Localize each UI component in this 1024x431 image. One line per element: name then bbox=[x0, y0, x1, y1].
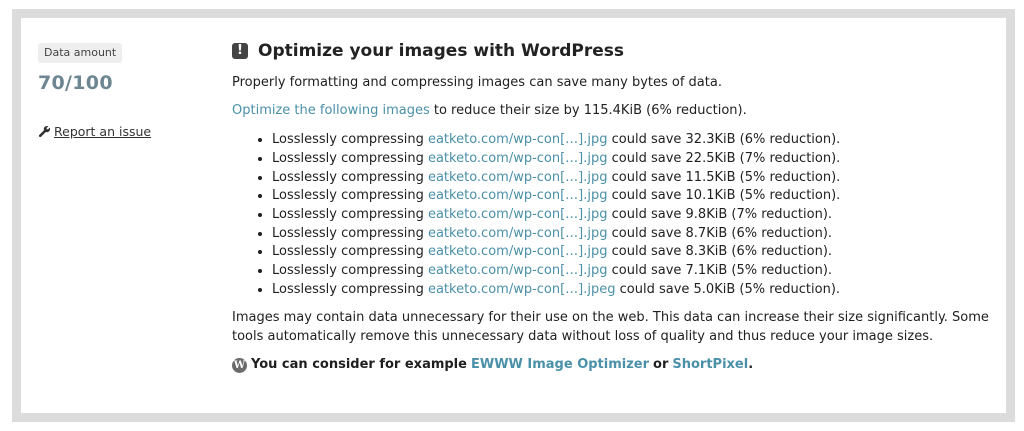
list-item: Losslessly compressing eatketo.com/wp-co… bbox=[272, 131, 992, 150]
item-suffix: could save 22.5KiB (7% reduction). bbox=[607, 150, 841, 166]
report-issue-link[interactable]: Report an issue bbox=[54, 124, 151, 139]
list-item: Losslessly compressing eatketo.com/wp-co… bbox=[272, 281, 992, 300]
shortpixel-link[interactable]: ShortPixel bbox=[672, 356, 748, 375]
score-value: 70/100 bbox=[38, 72, 113, 94]
item-prefix: Losslessly compressing bbox=[272, 169, 428, 185]
note-text: Images may contain data unnecessary for … bbox=[232, 310, 989, 345]
sidebar: Data amount 70/100 Report an issue bbox=[38, 41, 218, 139]
item-prefix: Losslessly compressing bbox=[272, 244, 428, 260]
or-text: or bbox=[653, 356, 669, 372]
warning-icon: ! bbox=[232, 43, 248, 60]
image-link[interactable]: eatketo.com/wp-con[…].jpg bbox=[428, 226, 608, 241]
item-prefix: Losslessly compressing bbox=[272, 206, 428, 222]
title-row: ! Optimize your images with WordPress bbox=[232, 42, 992, 61]
item-suffix: could save 10.1KiB (5% reduction). bbox=[607, 188, 841, 204]
wordpress-icon: W bbox=[232, 357, 247, 373]
item-suffix: could save 7.1KiB (5% reduction). bbox=[607, 263, 833, 279]
item-prefix: Losslessly compressing bbox=[272, 150, 428, 166]
main-content: ! Optimize your images with WordPress Pr… bbox=[232, 42, 992, 375]
section-title: Optimize your images with WordPress bbox=[258, 41, 625, 61]
list-item: Losslessly compressing eatketo.com/wp-co… bbox=[272, 225, 992, 244]
wrench-icon bbox=[38, 125, 51, 138]
image-link[interactable]: eatketo.com/wp-con[…].jpg bbox=[428, 263, 608, 278]
item-suffix: could save 5.0KiB (5% reduction). bbox=[615, 281, 841, 297]
item-suffix: could save 11.5KiB (5% reduction). bbox=[607, 169, 841, 185]
image-list: Losslessly compressing eatketo.com/wp-co… bbox=[232, 131, 992, 299]
intro-text: Properly formatting and compressing imag… bbox=[232, 74, 722, 90]
report-issue[interactable]: Report an issue bbox=[38, 124, 218, 139]
image-link[interactable]: eatketo.com/wp-con[…].jpg bbox=[428, 244, 608, 259]
item-prefix: Losslessly compressing bbox=[272, 225, 428, 241]
item-suffix: could save 8.7KiB (6% reduction). bbox=[607, 225, 833, 241]
consider-text: You can consider for example bbox=[251, 356, 467, 372]
item-prefix: Losslessly compressing bbox=[272, 281, 428, 297]
list-item: Losslessly compressing eatketo.com/wp-co… bbox=[272, 243, 992, 262]
optimize-images-link[interactable]: Optimize the following images bbox=[232, 103, 430, 118]
item-prefix: Losslessly compressing bbox=[272, 188, 428, 204]
consider-row: W You can consider for example EWWW Imag… bbox=[232, 356, 992, 375]
item-suffix: could save 8.3KiB (6% reduction). bbox=[607, 244, 833, 260]
item-prefix: Losslessly compressing bbox=[272, 132, 428, 148]
summary-text: Optimize the following images to reduce … bbox=[232, 102, 992, 121]
summary-rest: to reduce their size by 115.4KiB (6% red… bbox=[429, 103, 747, 119]
period-text: . bbox=[748, 356, 754, 372]
list-item: Losslessly compressing eatketo.com/wp-co… bbox=[272, 150, 992, 169]
image-link[interactable]: eatketo.com/wp-con[…].jpg bbox=[428, 207, 608, 222]
item-suffix: could save 32.3KiB (6% reduction). bbox=[607, 132, 841, 148]
data-amount-badge: Data amount bbox=[38, 43, 123, 63]
image-link[interactable]: eatketo.com/wp-con[…].jpg bbox=[428, 170, 608, 185]
list-item: Losslessly compressing eatketo.com/wp-co… bbox=[272, 206, 992, 225]
image-link[interactable]: eatketo.com/wp-con[…].jpeg bbox=[428, 282, 616, 297]
image-link[interactable]: eatketo.com/wp-con[…].jpg bbox=[428, 151, 608, 166]
list-item: Losslessly compressing eatketo.com/wp-co… bbox=[272, 187, 992, 206]
ewww-link[interactable]: EWWW Image Optimizer bbox=[471, 356, 649, 375]
list-item: Losslessly compressing eatketo.com/wp-co… bbox=[272, 262, 992, 281]
result-card: Data amount 70/100 Report an issue ! Opt… bbox=[12, 9, 1015, 422]
item-suffix: could save 9.8KiB (7% reduction). bbox=[607, 206, 833, 222]
list-item: Losslessly compressing eatketo.com/wp-co… bbox=[272, 169, 992, 188]
image-link[interactable]: eatketo.com/wp-con[…].jpg bbox=[428, 132, 608, 147]
image-link[interactable]: eatketo.com/wp-con[…].jpg bbox=[428, 188, 608, 203]
item-prefix: Losslessly compressing bbox=[272, 263, 428, 279]
